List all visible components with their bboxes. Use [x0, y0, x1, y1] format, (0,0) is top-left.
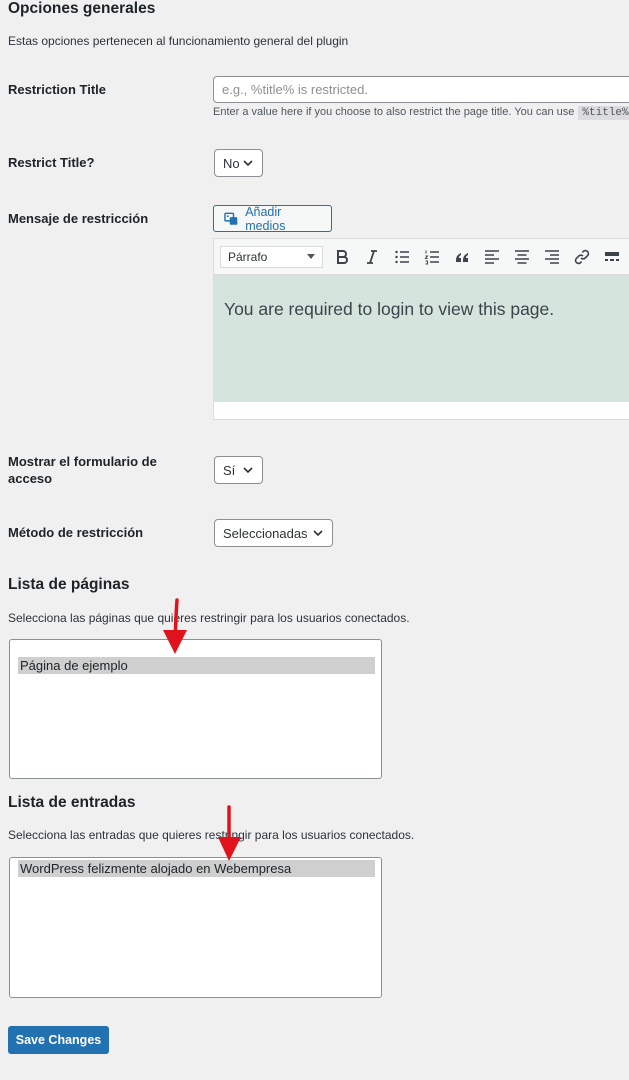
- restrict-title-select[interactable]: No: [214, 149, 263, 177]
- numbered-list-button[interactable]: [417, 242, 447, 272]
- italic-button[interactable]: [357, 242, 387, 272]
- add-media-label: Añadir medios: [245, 204, 286, 233]
- show-login-form-value: Sí: [223, 462, 236, 478]
- align-left-icon: [485, 249, 499, 264]
- arrow-down-icon: [218, 805, 241, 861]
- numbered-list-icon: [424, 250, 439, 264]
- chevron-down-icon: [313, 530, 323, 537]
- chevron-down-icon: [243, 467, 253, 474]
- section-description-pages: Selecciona las páginas que quieres restr…: [8, 611, 410, 625]
- message-editor-content[interactable]: You are required to login to view this p…: [213, 275, 629, 401]
- title-placeholder-code: %title%: [578, 106, 629, 120]
- restrict-title-label: Restrict Title?: [8, 155, 95, 170]
- section-title-posts: Lista de entradas: [8, 794, 136, 811]
- restriction-method-value: Seleccionadas: [223, 525, 308, 541]
- restriction-message-label: Mensaje de restricción: [8, 211, 149, 226]
- link-icon: [574, 249, 590, 264]
- format-value: Párrafo: [228, 249, 268, 264]
- list-item[interactable]: WordPress felizmente alojado en Webempre…: [18, 860, 375, 877]
- pages-listbox[interactable]: Página de ejemplo: [9, 639, 382, 779]
- save-changes-button[interactable]: Save Changes: [8, 1026, 109, 1054]
- restriction-method-label: Método de restricción: [8, 525, 144, 540]
- toolbar-toggle-button[interactable]: [597, 242, 627, 272]
- restriction-title-label: Restriction Title: [8, 82, 107, 97]
- bulleted-list-icon: [395, 250, 409, 263]
- show-login-form-select[interactable]: Sí: [214, 456, 263, 484]
- bold-icon: [337, 249, 348, 264]
- blockquote-icon: [456, 252, 468, 262]
- message-text: You are required to login to view this p…: [224, 299, 555, 319]
- italic-icon: [367, 249, 377, 264]
- section-description-general: Estas opciones pertenecen al funcionamie…: [8, 34, 349, 48]
- align-center-button[interactable]: [507, 242, 537, 272]
- align-right-button[interactable]: [537, 242, 567, 272]
- bulleted-list-button[interactable]: [387, 242, 417, 272]
- show-login-form-label: Mostrar el formulario de acceso: [8, 454, 157, 486]
- align-right-icon: [545, 249, 559, 264]
- posts-listbox[interactable]: WordPress felizmente alojado en Webempre…: [9, 857, 382, 998]
- align-left-button[interactable]: [477, 242, 507, 272]
- restriction-title-hint-text: Enter a value here if you choose to also…: [213, 106, 575, 118]
- align-center-icon: [515, 249, 529, 264]
- insert-link-button[interactable]: [567, 242, 597, 272]
- editor-status-bar: [213, 401, 629, 420]
- restrict-title-value: No: [223, 155, 240, 171]
- toolbar-toggle-icon: [605, 251, 619, 261]
- add-media-button[interactable]: Añadir medios: [213, 204, 332, 233]
- restriction-title-hint: Enter a value here if you choose to also…: [213, 106, 629, 120]
- arrow-down-icon: [163, 598, 187, 654]
- section-description-posts: Selecciona las entradas que quieres rest…: [8, 828, 415, 842]
- chevron-down-icon: [243, 160, 253, 167]
- restriction-method-select[interactable]: Seleccionadas: [214, 519, 333, 547]
- bold-button[interactable]: [327, 242, 357, 272]
- dropdown-triangle-icon: [307, 254, 315, 259]
- editor-toolbar: Párrafo: [213, 238, 629, 275]
- restriction-title-input[interactable]: [213, 76, 629, 103]
- format-select[interactable]: Párrafo: [220, 245, 323, 268]
- blockquote-button[interactable]: [447, 242, 477, 272]
- add-media-icon: [224, 212, 238, 225]
- list-item[interactable]: Página de ejemplo: [18, 657, 375, 674]
- section-title-pages: Lista de páginas: [8, 576, 130, 593]
- section-title-general: Opciones generales: [8, 0, 156, 17]
